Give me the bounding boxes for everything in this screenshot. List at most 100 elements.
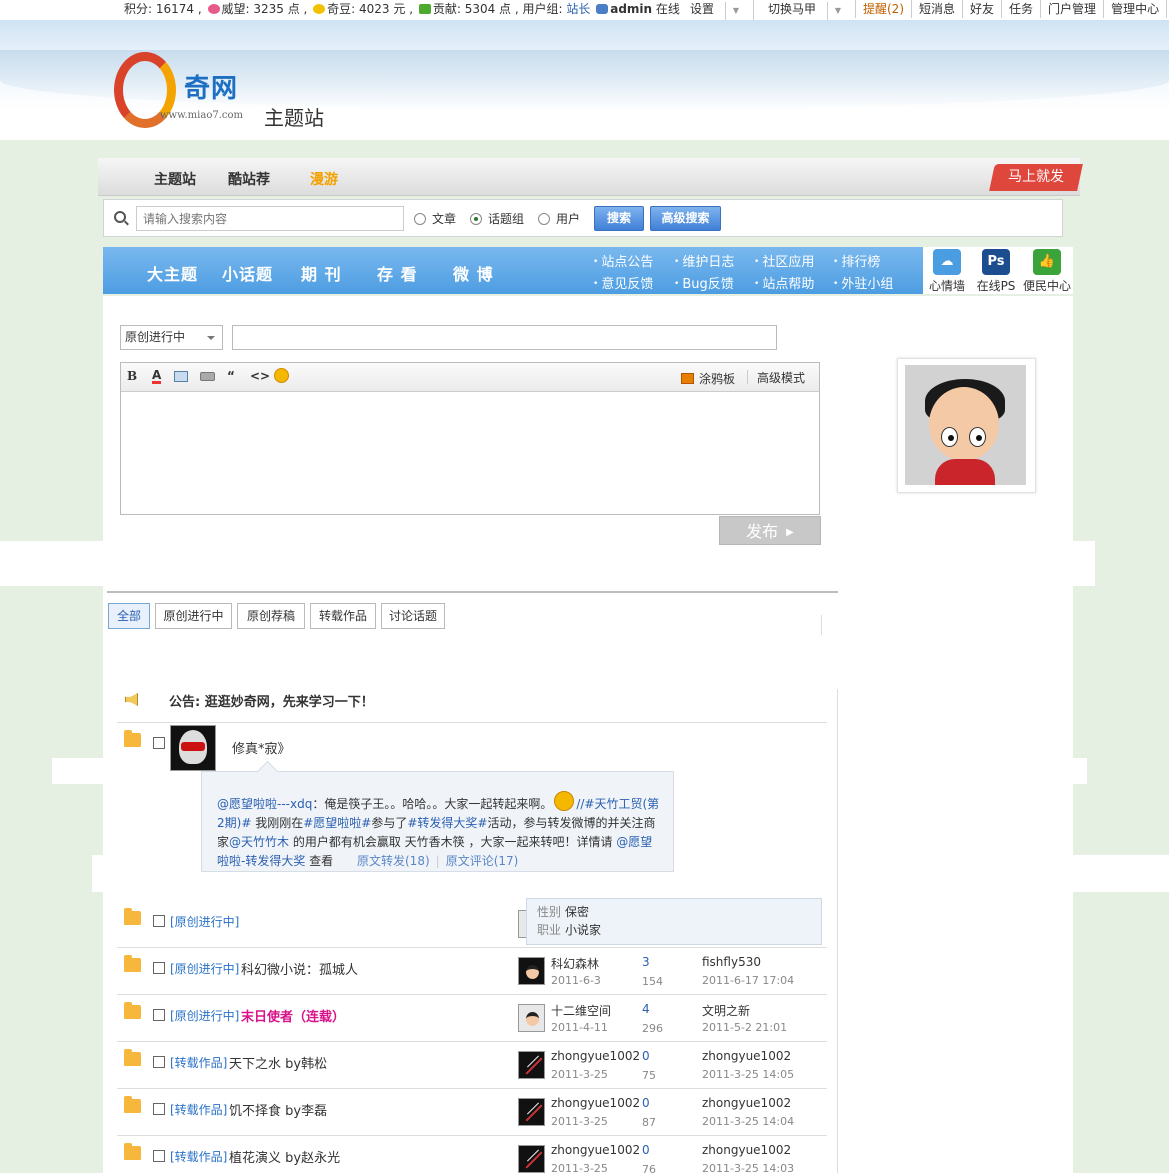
topic-row[interactable]: [原创进行中] 末日使者（连载） 十二维空间 2011-4-11 4 296 文… [117, 995, 827, 1042]
topic-category-tag[interactable]: [转载作品] [170, 1148, 227, 1165]
author-thumb[interactable] [518, 1145, 545, 1173]
cat-journal[interactable]: 期 刊 [301, 261, 342, 285]
menu-switch-account[interactable]: 切换马甲 ▼ [753, 0, 855, 20]
link-community-apps[interactable]: 社区应用 [754, 251, 814, 270]
quick-online-ps[interactable]: Ps 在线PS [972, 249, 1020, 294]
tab-discussion[interactable]: 讨论话题 [381, 603, 445, 629]
topic-category-tag[interactable]: [原创进行中] [170, 1007, 239, 1024]
tab-original-recommend[interactable]: 原创荐稿 [237, 603, 305, 629]
cat-weibo[interactable]: 微 博 [453, 261, 494, 285]
mention-link[interactable]: @愿望啦啦---xdq [217, 797, 312, 811]
search-option-group[interactable]: 话题组 [470, 210, 524, 227]
last-poster[interactable]: fishfly530 [702, 955, 761, 969]
link-external-groups[interactable]: 外驻小组 [833, 273, 893, 292]
reply-count[interactable]: 3 [642, 955, 650, 969]
publish-button[interactable]: 发布 ▶ [719, 516, 821, 545]
join-now-button[interactable]: 马上就发 [989, 164, 1083, 191]
author-thumb[interactable] [518, 1098, 545, 1126]
search-option-user[interactable]: 用户 [538, 210, 580, 227]
tab-original-ongoing[interactable]: 原创进行中 [155, 603, 232, 629]
topic-select[interactable]: 原创进行中 [120, 325, 223, 350]
hashtag-link[interactable]: #转发得大奖# [407, 816, 487, 830]
topic-row[interactable]: [转载作品] 饥不择食 by李磊 zhongyue1002 2011-3-25 … [117, 1089, 827, 1136]
reply-count[interactable]: 0 [642, 1143, 650, 1157]
search-option-article[interactable]: 文章 [414, 210, 456, 227]
font-color-button[interactable]: A [152, 369, 162, 384]
tab-all[interactable]: 全部 [108, 603, 150, 629]
quote-button[interactable]: “ [227, 369, 235, 383]
nav-item-topic-station[interactable]: 主题站 [154, 169, 196, 189]
reply-count[interactable]: 0 [642, 1049, 650, 1063]
menu-admin-center[interactable]: 管理中心 [1103, 0, 1166, 18]
link-announcements[interactable]: 站点公告 [593, 251, 653, 270]
bold-button[interactable]: B [127, 369, 137, 383]
last-poster[interactable]: zhongyue1002 [702, 1143, 791, 1157]
doodle-button[interactable]: 涂鸦板 [681, 370, 735, 387]
image-icon[interactable] [174, 371, 188, 382]
group-link[interactable]: 站长 [566, 2, 590, 16]
announcement-row[interactable]: 公告: 逛逛妙奇网，先来学习一下！ [117, 689, 827, 723]
hashtag-link[interactable]: #愿望啦啦# [303, 816, 371, 830]
last-poster[interactable]: 文明之新 [702, 1002, 750, 1019]
last-poster[interactable]: zhongyue1002 [702, 1049, 791, 1063]
comment-link[interactable]: 原文评论(17) [446, 854, 519, 868]
quick-mood-wall[interactable]: ☁ 心情墙 [923, 249, 971, 294]
row-checkbox[interactable] [153, 962, 165, 974]
advanced-search-button[interactable]: 高级搜索 [650, 206, 721, 231]
topic-title[interactable]: 科幻微小说：孤城人 [241, 959, 358, 978]
topic-title[interactable]: 天下之水 by韩松 [229, 1053, 327, 1072]
search-input[interactable] [136, 206, 404, 231]
link-maintenance-log[interactable]: 维护日志 [674, 251, 734, 270]
reply-count[interactable]: 4 [642, 1002, 650, 1016]
mention-link[interactable]: @天竹竹木 [229, 835, 289, 849]
topic-title[interactable]: 饥不择食 by李磊 [229, 1100, 327, 1119]
nav-item-roam[interactable]: 漫游 [310, 169, 338, 189]
cat-big-topic[interactable]: 大主题 [147, 261, 198, 285]
topic-title[interactable]: 修真*寂》 [232, 738, 291, 757]
author-thumb[interactable] [518, 1004, 545, 1032]
link-icon[interactable] [200, 372, 215, 381]
topic-title[interactable]: 末日使者（连载） [241, 1006, 345, 1025]
title-input[interactable] [232, 325, 777, 350]
nav-item-cool-sites[interactable]: 酷站荐 [228, 169, 270, 189]
link-bug-report[interactable]: Bug反馈 [674, 273, 733, 292]
row-checkbox[interactable] [153, 1103, 165, 1115]
emoji-icon[interactable] [274, 368, 289, 383]
author-avatar[interactable] [170, 725, 216, 771]
advanced-mode-button[interactable]: 高级模式 [757, 369, 805, 386]
cat-small-topic[interactable]: 小话题 [222, 261, 273, 285]
menu-portal-admin[interactable]: 门户管理 [1040, 0, 1103, 18]
topic-row[interactable]: [转载作品] 天下之水 by韩松 zhongyue1002 2011-3-25 … [117, 1042, 827, 1089]
tab-reposted-works[interactable]: 转载作品 [310, 603, 376, 629]
link-site-help[interactable]: 站点帮助 [754, 273, 814, 292]
topic-row[interactable]: [原创进行中] 科幻微小说：孤城人 科幻森林 2011-6-3 3 154 fi… [117, 948, 827, 995]
reply-count[interactable]: 0 [642, 1096, 650, 1110]
menu-settings[interactable]: 设置 ▼ [676, 0, 753, 20]
author-name[interactable]: zhongyue1002 [551, 1096, 640, 1110]
site-logo[interactable]: 奇网 www.miao7.com [114, 48, 264, 138]
author-name[interactable]: 科幻森林 [551, 955, 599, 972]
row-checkbox[interactable] [153, 1150, 165, 1162]
topic-row[interactable]: [转载作品] 植花演义 by赵永光 zhongyue1002 2011-3-25… [117, 1136, 827, 1173]
repost-link[interactable]: 原文转发(18) [357, 854, 430, 868]
menu-reminder[interactable]: 提醒(2) [855, 0, 911, 18]
view-link[interactable]: 查看 [305, 854, 333, 868]
topic-title[interactable]: 植花演义 by赵永光 [229, 1147, 340, 1166]
username-link[interactable]: admin [610, 2, 652, 16]
topic-row[interactable]: 修真*寂》 [117, 723, 827, 771]
user-avatar[interactable] [897, 358, 1036, 493]
menu-messages[interactable]: 短消息 [911, 0, 962, 18]
search-button[interactable]: 搜索 [594, 206, 644, 231]
quick-service-center[interactable]: 👍 便民中心 [1021, 249, 1073, 294]
menu-tasks[interactable]: 任务 [1001, 0, 1040, 18]
author-name[interactable]: zhongyue1002 [551, 1049, 640, 1063]
topic-category-tag[interactable]: [转载作品] [170, 1054, 227, 1071]
cat-saved[interactable]: 存 看 [377, 261, 418, 285]
menu-friends[interactable]: 好友 [962, 0, 1001, 18]
topic-category-tag[interactable]: [转载作品] [170, 1101, 227, 1118]
last-poster[interactable]: zhongyue1002 [702, 1096, 791, 1110]
link-feedback[interactable]: 意见反馈 [593, 273, 653, 292]
author-name[interactable]: 十二维空间 [551, 1002, 611, 1019]
row-checkbox[interactable] [153, 1009, 165, 1021]
code-button[interactable]: <> [250, 369, 270, 383]
